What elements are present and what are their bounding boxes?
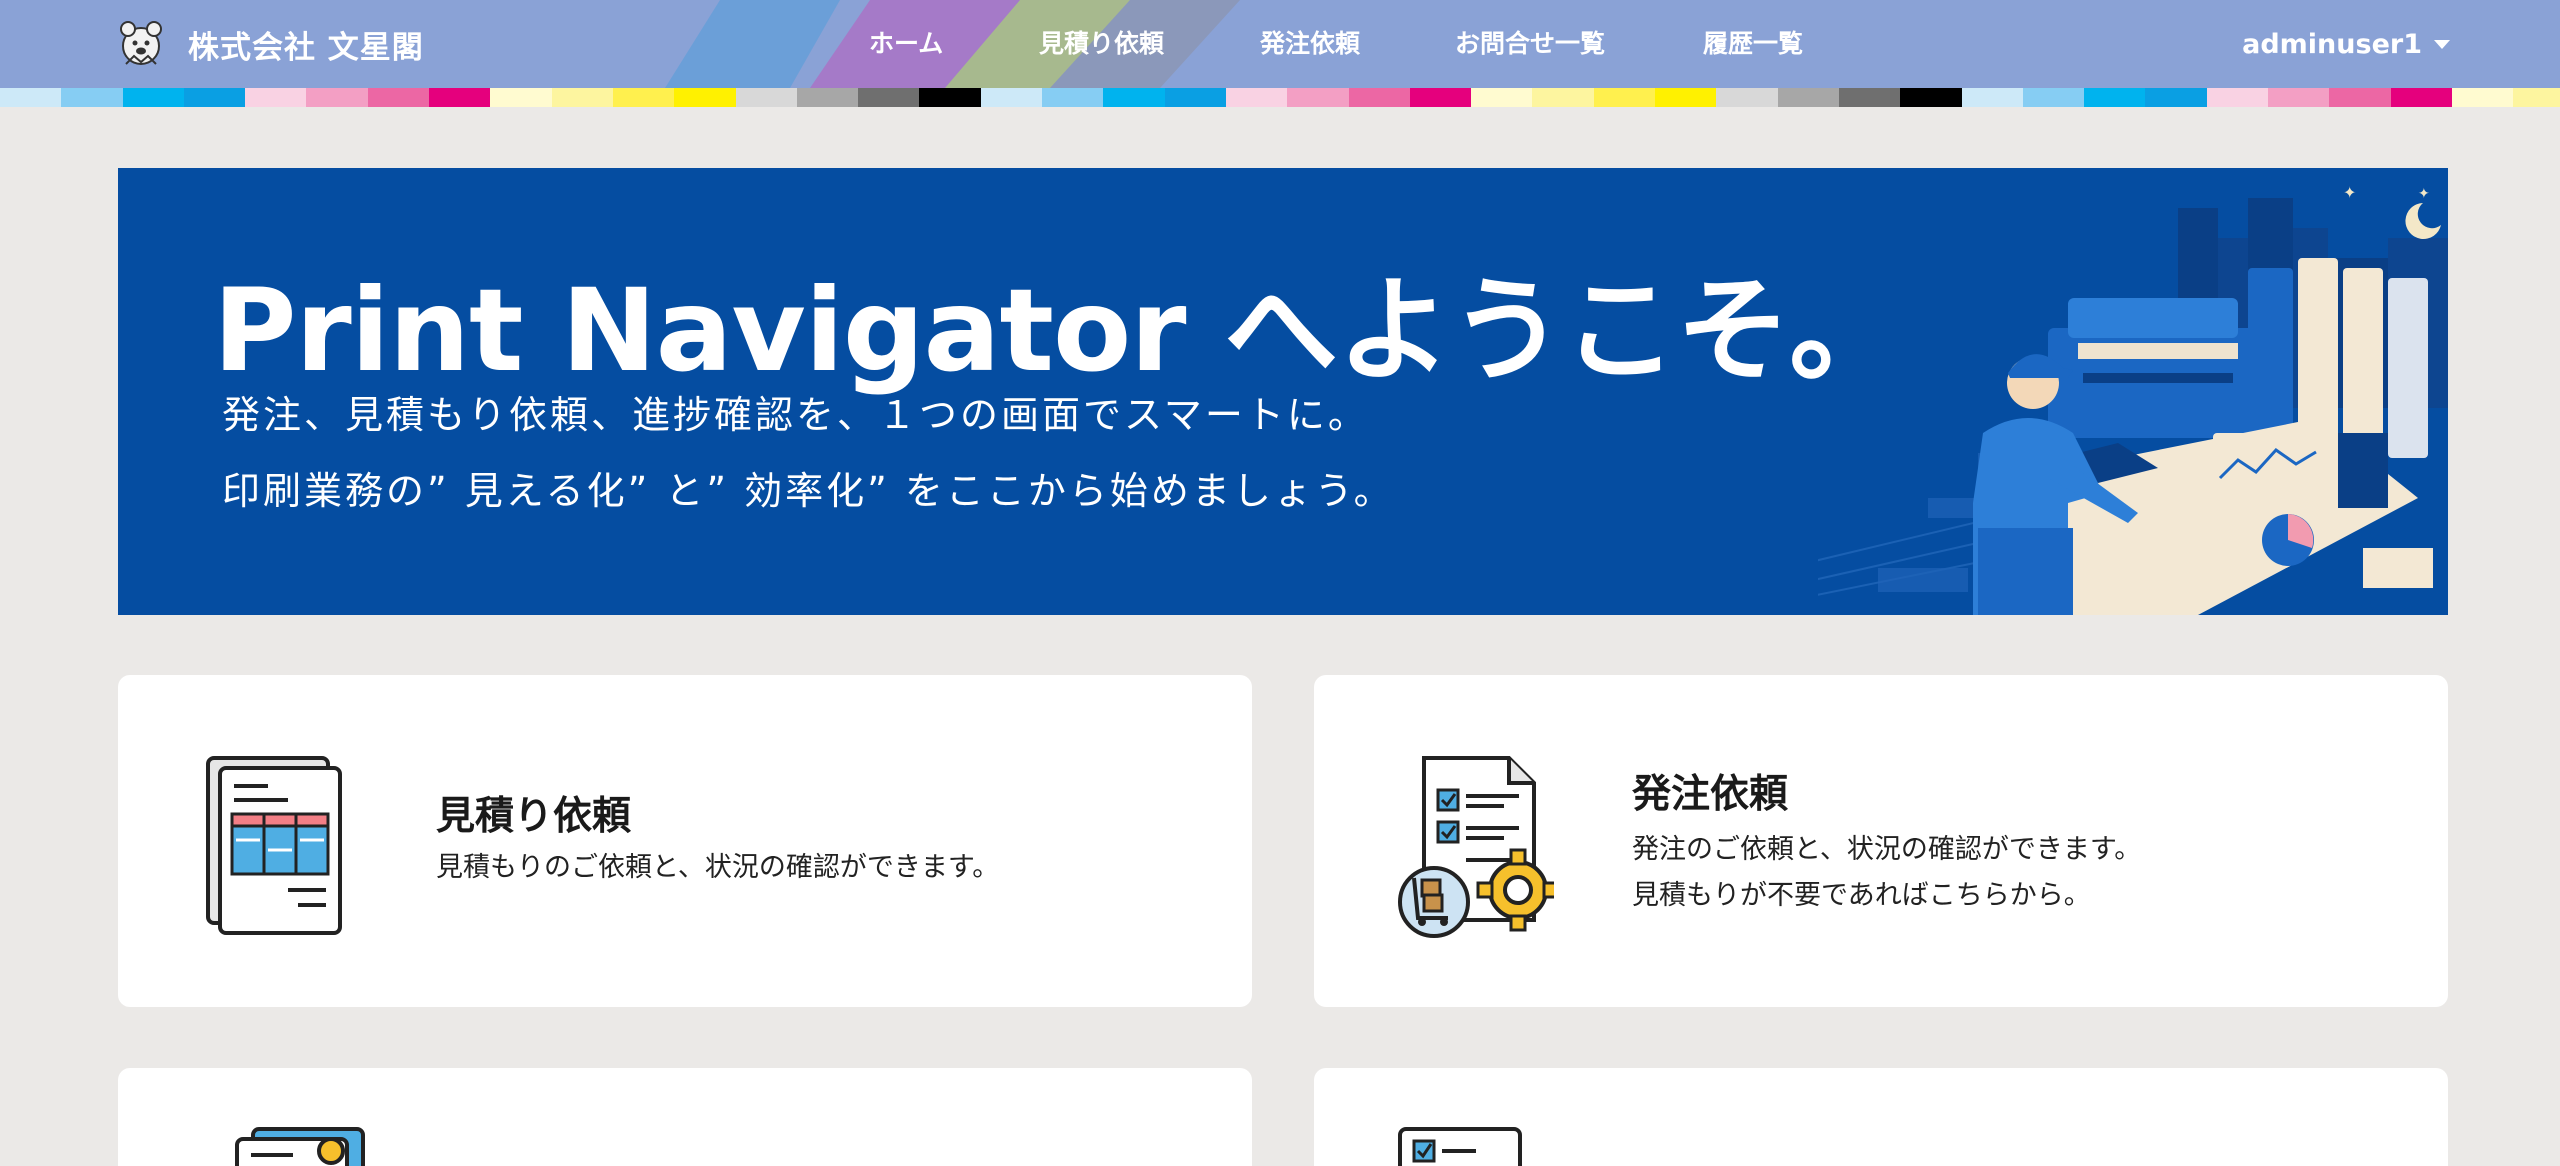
- color-swatch: [1164, 88, 1226, 107]
- svg-text:✦: ✦: [2343, 183, 2356, 202]
- color-swatch: [1042, 88, 1104, 107]
- color-swatch: [2267, 88, 2330, 107]
- color-swatch: [1777, 88, 1839, 107]
- color-swatch: [122, 88, 184, 107]
- color-swatch: [1716, 88, 1778, 107]
- color-swatch: [1225, 88, 1288, 107]
- card-description: 見積もりのご依頼と、状況の確認ができます。: [436, 845, 999, 891]
- card-description: 発注のご依頼と、状況の確認ができます。 見積もりが不要であればこちらから。: [1632, 827, 2141, 919]
- color-swatch: [1655, 88, 1717, 107]
- history-checklist-icon: [1398, 1127, 1522, 1166]
- color-swatch: [61, 88, 123, 107]
- svg-text:✦: ✦: [2418, 186, 2430, 202]
- color-swatch: [2084, 88, 2146, 107]
- color-swatch: [306, 88, 368, 107]
- main-nav: ホーム 見積り依頼 発注依頼 お問合せ一覧 履歴一覧: [0, 0, 2560, 88]
- color-swatch: [1961, 88, 2023, 107]
- order-request-card[interactable]: 発注依頼 発注のご依頼と、状況の確認ができます。 見積もりが不要であればこちらか…: [1314, 675, 2448, 1007]
- card-description-line: 見積もりが不要であればこちらから。: [1632, 880, 2091, 911]
- inquiry-card[interactable]: [118, 1068, 1252, 1166]
- top-navbar: 株式会社 文星閣 ホーム 見積り依頼 発注依頼 お問合せ一覧 履歴一覧 admi…: [0, 0, 2560, 88]
- color-swatch: [1471, 88, 1533, 107]
- hero-subtitle-line-1: 発注、見積もり依頼、進捗確認を、１つの画面でスマートに。: [222, 393, 1369, 437]
- color-swatch: [612, 88, 675, 107]
- order-document-gear-icon: [1398, 756, 1554, 938]
- printing-press-illustration: ✦ ✦: [1818, 183, 2448, 615]
- color-swatch: [429, 88, 491, 107]
- card-description-line: 発注のご依頼と、状況の確認ができます。: [1632, 834, 2142, 865]
- color-swatch: [490, 88, 552, 107]
- history-card[interactable]: [1314, 1068, 2448, 1166]
- color-swatch: [1103, 88, 1165, 107]
- nav-order-request[interactable]: 発注依頼: [1260, 0, 1360, 88]
- color-swatch: [183, 88, 246, 107]
- cmyk-color-strip: [0, 88, 2560, 107]
- color-swatch: [2451, 88, 2514, 107]
- inquiry-card-icon: [235, 1127, 365, 1166]
- color-swatch: [0, 88, 62, 107]
- color-swatch: [735, 88, 797, 107]
- color-swatch: [2390, 88, 2452, 107]
- color-swatch: [919, 88, 981, 107]
- card-description-line: 見積もりのご依頼と、状況の確認ができます。: [436, 852, 1000, 883]
- color-swatch: [2022, 88, 2085, 107]
- color-swatch: [674, 88, 736, 107]
- estimate-request-card[interactable]: 見積り依頼 見積もりのご依頼と、状況の確認ができます。: [118, 675, 1252, 1007]
- nav-history-list[interactable]: 履歴一覧: [1703, 0, 1803, 88]
- color-swatch: [1838, 88, 1901, 107]
- nav-inquiry-list[interactable]: お問合せ一覧: [1455, 0, 1605, 88]
- color-swatch: [2513, 88, 2560, 107]
- color-swatch: [245, 88, 307, 107]
- user-name: adminuser1: [2242, 28, 2422, 60]
- color-swatch: [367, 88, 430, 107]
- nav-home[interactable]: ホーム: [869, 0, 943, 88]
- hero-subtitle-line-2: 印刷業務の” 見える化” と” 効率化” をここから始めましょう。: [222, 469, 1395, 513]
- hero-title: Print Navigator へようこそ。: [213, 264, 1903, 397]
- color-swatch: [858, 88, 920, 107]
- color-swatch: [2145, 88, 2207, 107]
- card-title: 発注依頼: [1632, 772, 1789, 817]
- color-swatch: [1287, 88, 1349, 107]
- color-swatch: [1900, 88, 1962, 107]
- color-swatch: [2329, 88, 2391, 107]
- card-title: 見積り依頼: [436, 794, 632, 839]
- color-swatch: [1593, 88, 1656, 107]
- color-swatch: [980, 88, 1043, 107]
- color-swatch: [1532, 88, 1594, 107]
- estimate-document-icon: [206, 756, 342, 935]
- color-swatch: [1409, 88, 1472, 107]
- nav-estimate-request[interactable]: 見積り依頼: [1039, 0, 1164, 88]
- color-swatch: [2206, 88, 2268, 107]
- chevron-down-icon: [2434, 39, 2450, 49]
- user-menu[interactable]: adminuser1: [2242, 0, 2450, 88]
- color-swatch: [1348, 88, 1410, 107]
- hero-banner: Print Navigator へようこそ。 発注、見積もり依頼、進捗確認を、１…: [118, 168, 2448, 615]
- color-swatch: [796, 88, 859, 107]
- color-swatch: [551, 88, 613, 107]
